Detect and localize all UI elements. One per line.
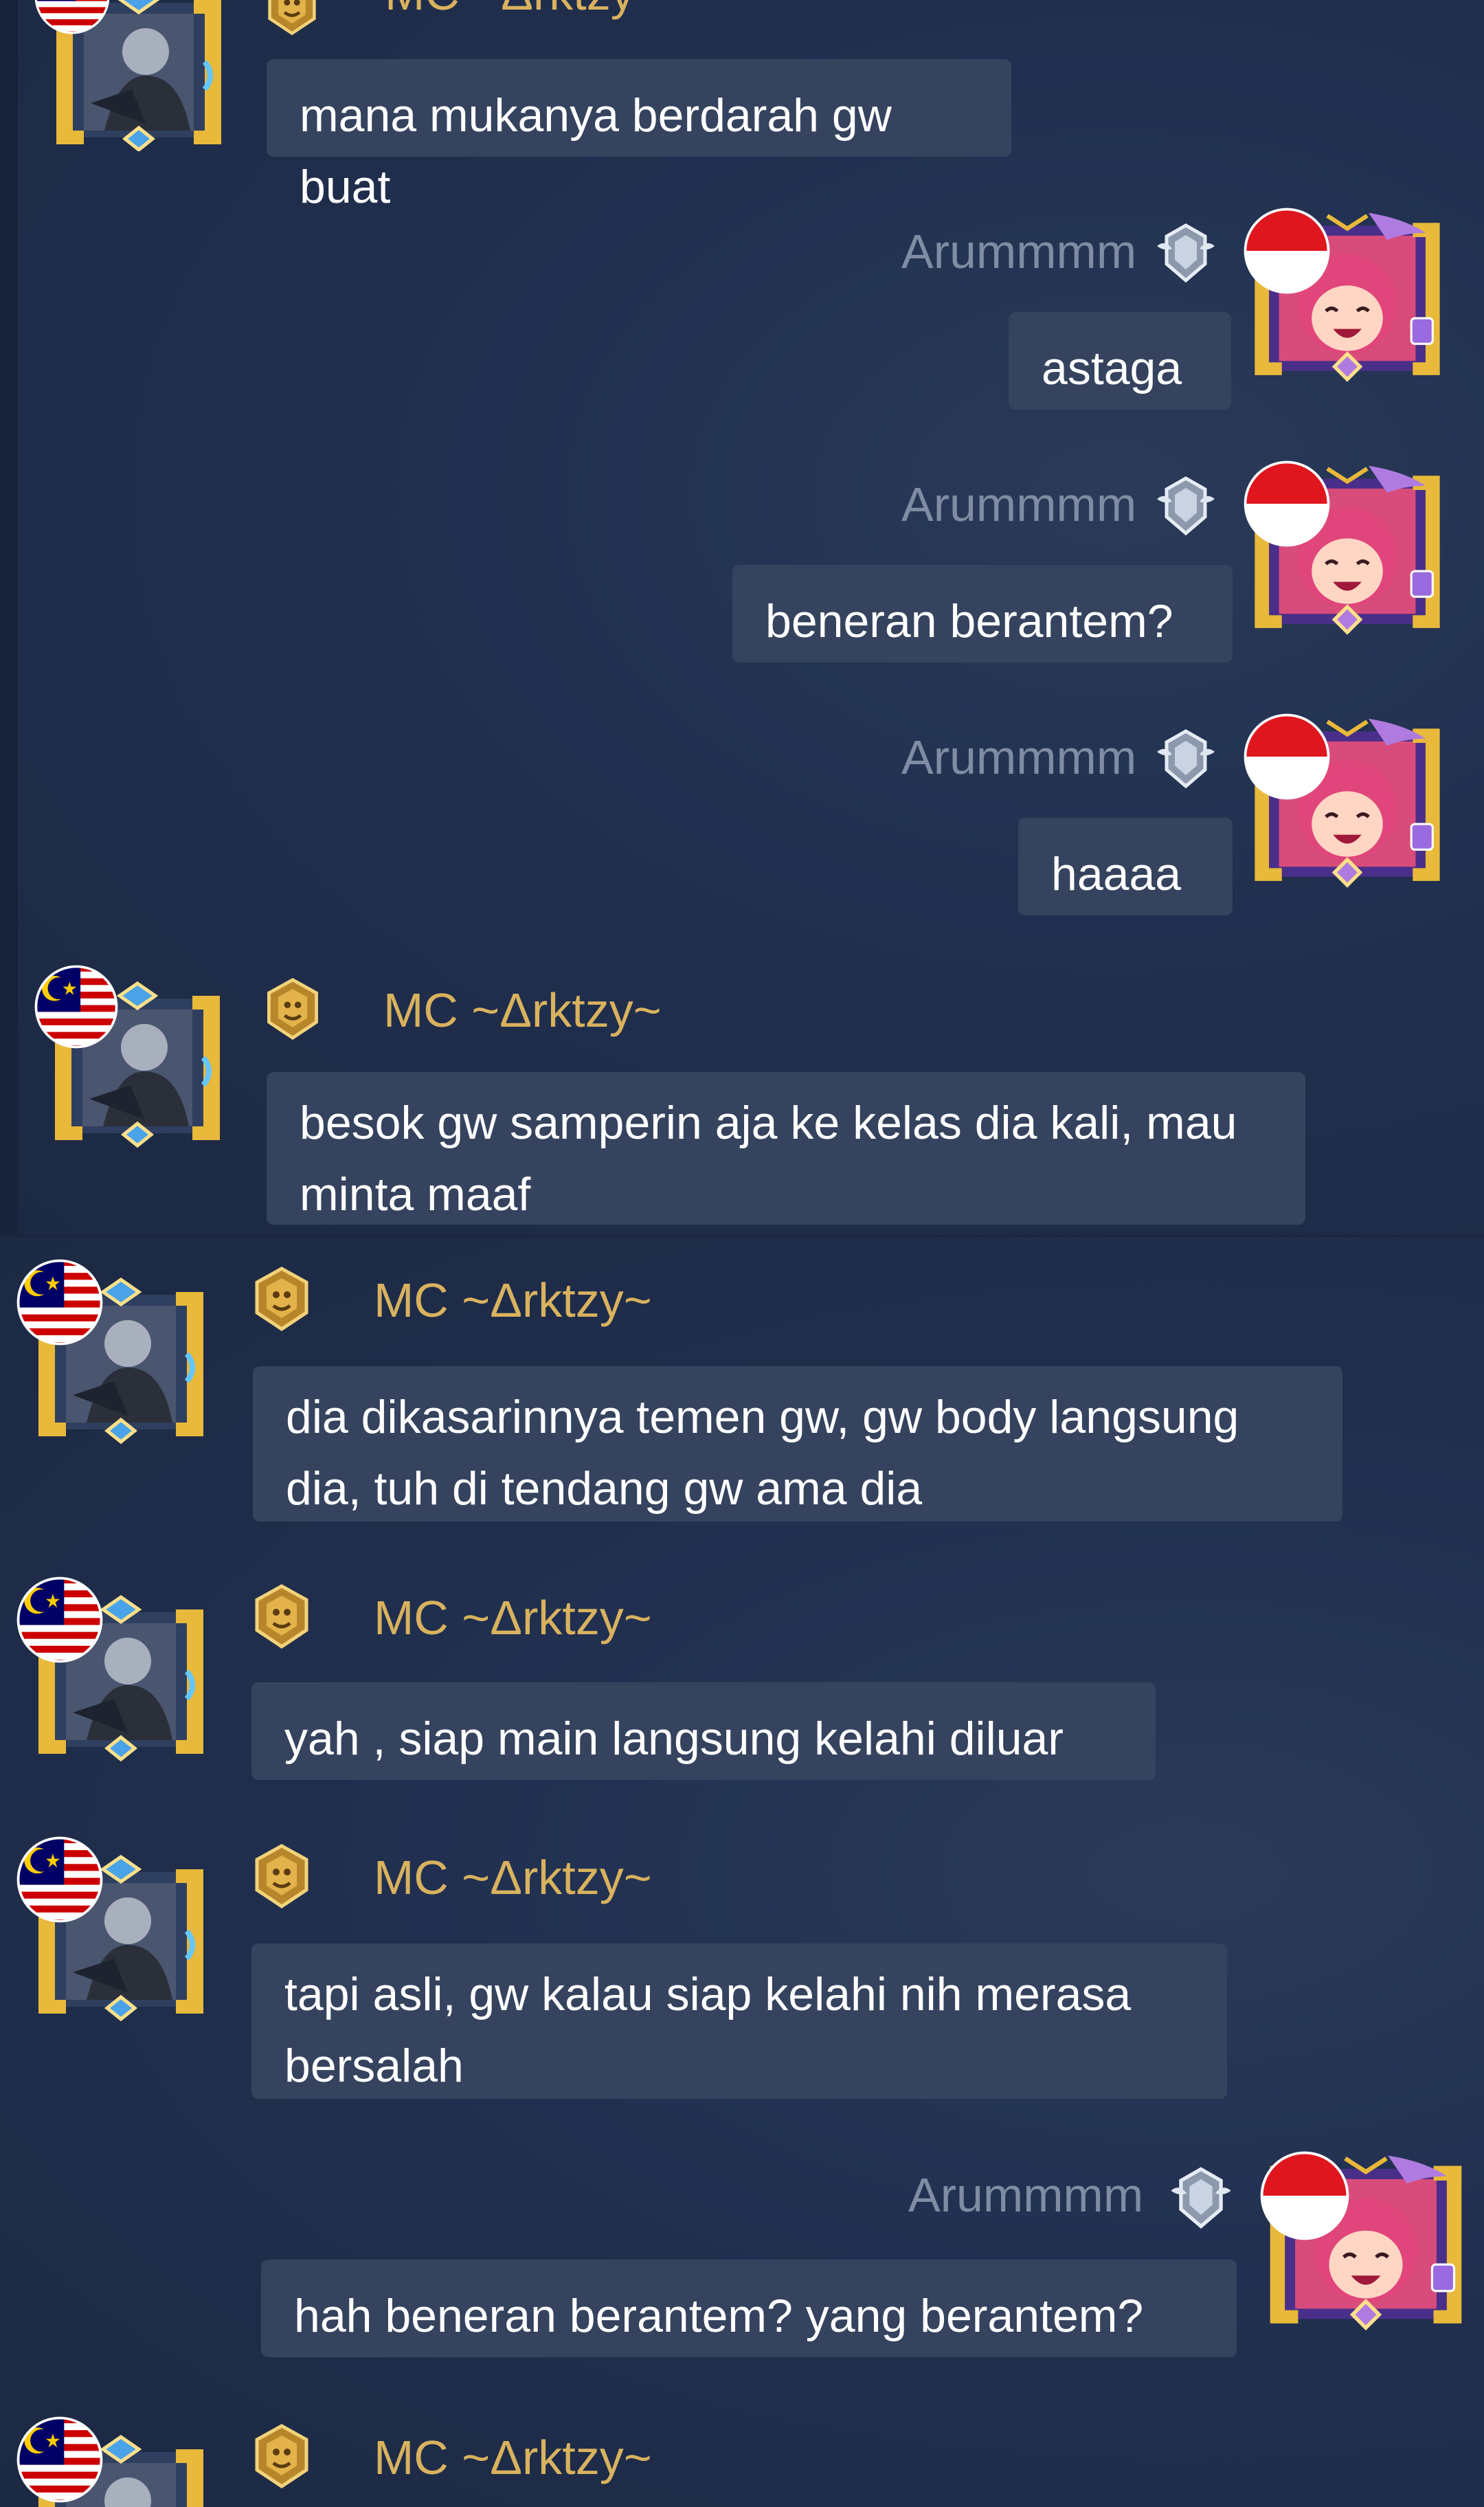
malaysia-flag-icon xyxy=(16,1576,103,1663)
silver-wing-rank-icon xyxy=(1151,724,1220,793)
malaysia-flag-icon xyxy=(34,965,118,1049)
message-bubble[interactable]: haaaa xyxy=(1018,818,1233,915)
indonesia-flag-icon xyxy=(1260,2151,1349,2240)
panel-edge xyxy=(0,0,18,1237)
silver-wing-rank-icon xyxy=(1165,2162,1237,2233)
sender-name: MC ~Δrktzy~ xyxy=(374,1591,652,1645)
message-bubble[interactable]: mana mukanya berdarah gw buat xyxy=(267,59,1011,213)
chat-panel-bottom: MC ~Δrktzy~ dia dikasarinnya temen gw, g… xyxy=(0,1237,1484,2507)
sender-name: Arummmm xyxy=(908,2168,1144,2222)
gold-lion-rank-icon xyxy=(247,2422,316,2491)
gold-lion-rank-icon xyxy=(261,0,323,37)
indonesia-flag-icon xyxy=(1244,460,1330,547)
malaysia-flag-icon xyxy=(16,1836,103,1923)
sender-name: Arummmm xyxy=(901,478,1137,531)
gold-lion-rank-icon xyxy=(247,1264,316,1333)
gold-lion-rank-icon xyxy=(247,1842,316,1910)
chat-panel-top: MC ~Δrktzy~ mana mukanya berdarah gw bua… xyxy=(0,0,1484,1237)
message-bubble[interactable]: astaga xyxy=(1009,312,1231,410)
malaysia-flag-icon xyxy=(34,0,110,34)
gold-lion-rank-icon xyxy=(247,1582,316,1651)
sender-name: MC ~Δrktzy~ xyxy=(374,2431,652,2484)
sender-name: MC ~Δrktzy~ xyxy=(383,983,662,1037)
message-bubble[interactable]: beneran berantem? xyxy=(732,565,1233,662)
message-bubble[interactable]: besok gw samperin aja ke kelas dia kali,… xyxy=(267,1072,1305,1225)
gold-lion-rank-icon xyxy=(260,976,326,1042)
message-bubble[interactable]: yah , siap main langsung kelahi diluar xyxy=(251,1682,1156,1780)
sender-name: Arummmm xyxy=(901,731,1137,784)
sender-name: MC ~Δrktzy~ xyxy=(374,1273,652,1327)
indonesia-flag-icon xyxy=(1244,208,1330,294)
malaysia-flag-icon xyxy=(16,1259,103,1346)
message-bubble[interactable]: tapi asli, gw kalau siap kelahi nih mera… xyxy=(251,1943,1227,2099)
message-bubble[interactable]: dia dikasarinnya temen gw, gw body langs… xyxy=(253,1366,1342,1522)
malaysia-flag-icon xyxy=(16,2416,103,2503)
message-bubble[interactable]: hah beneran berantem? yang berantem? xyxy=(261,2260,1237,2357)
indonesia-flag-icon xyxy=(1244,713,1330,800)
silver-wing-rank-icon xyxy=(1151,219,1220,287)
sender-name: MC ~Δrktzy~ xyxy=(385,0,663,21)
sender-name: MC ~Δrktzy~ xyxy=(374,1851,652,1904)
silver-wing-rank-icon xyxy=(1151,471,1220,540)
sender-name: Arummmm xyxy=(901,225,1137,278)
